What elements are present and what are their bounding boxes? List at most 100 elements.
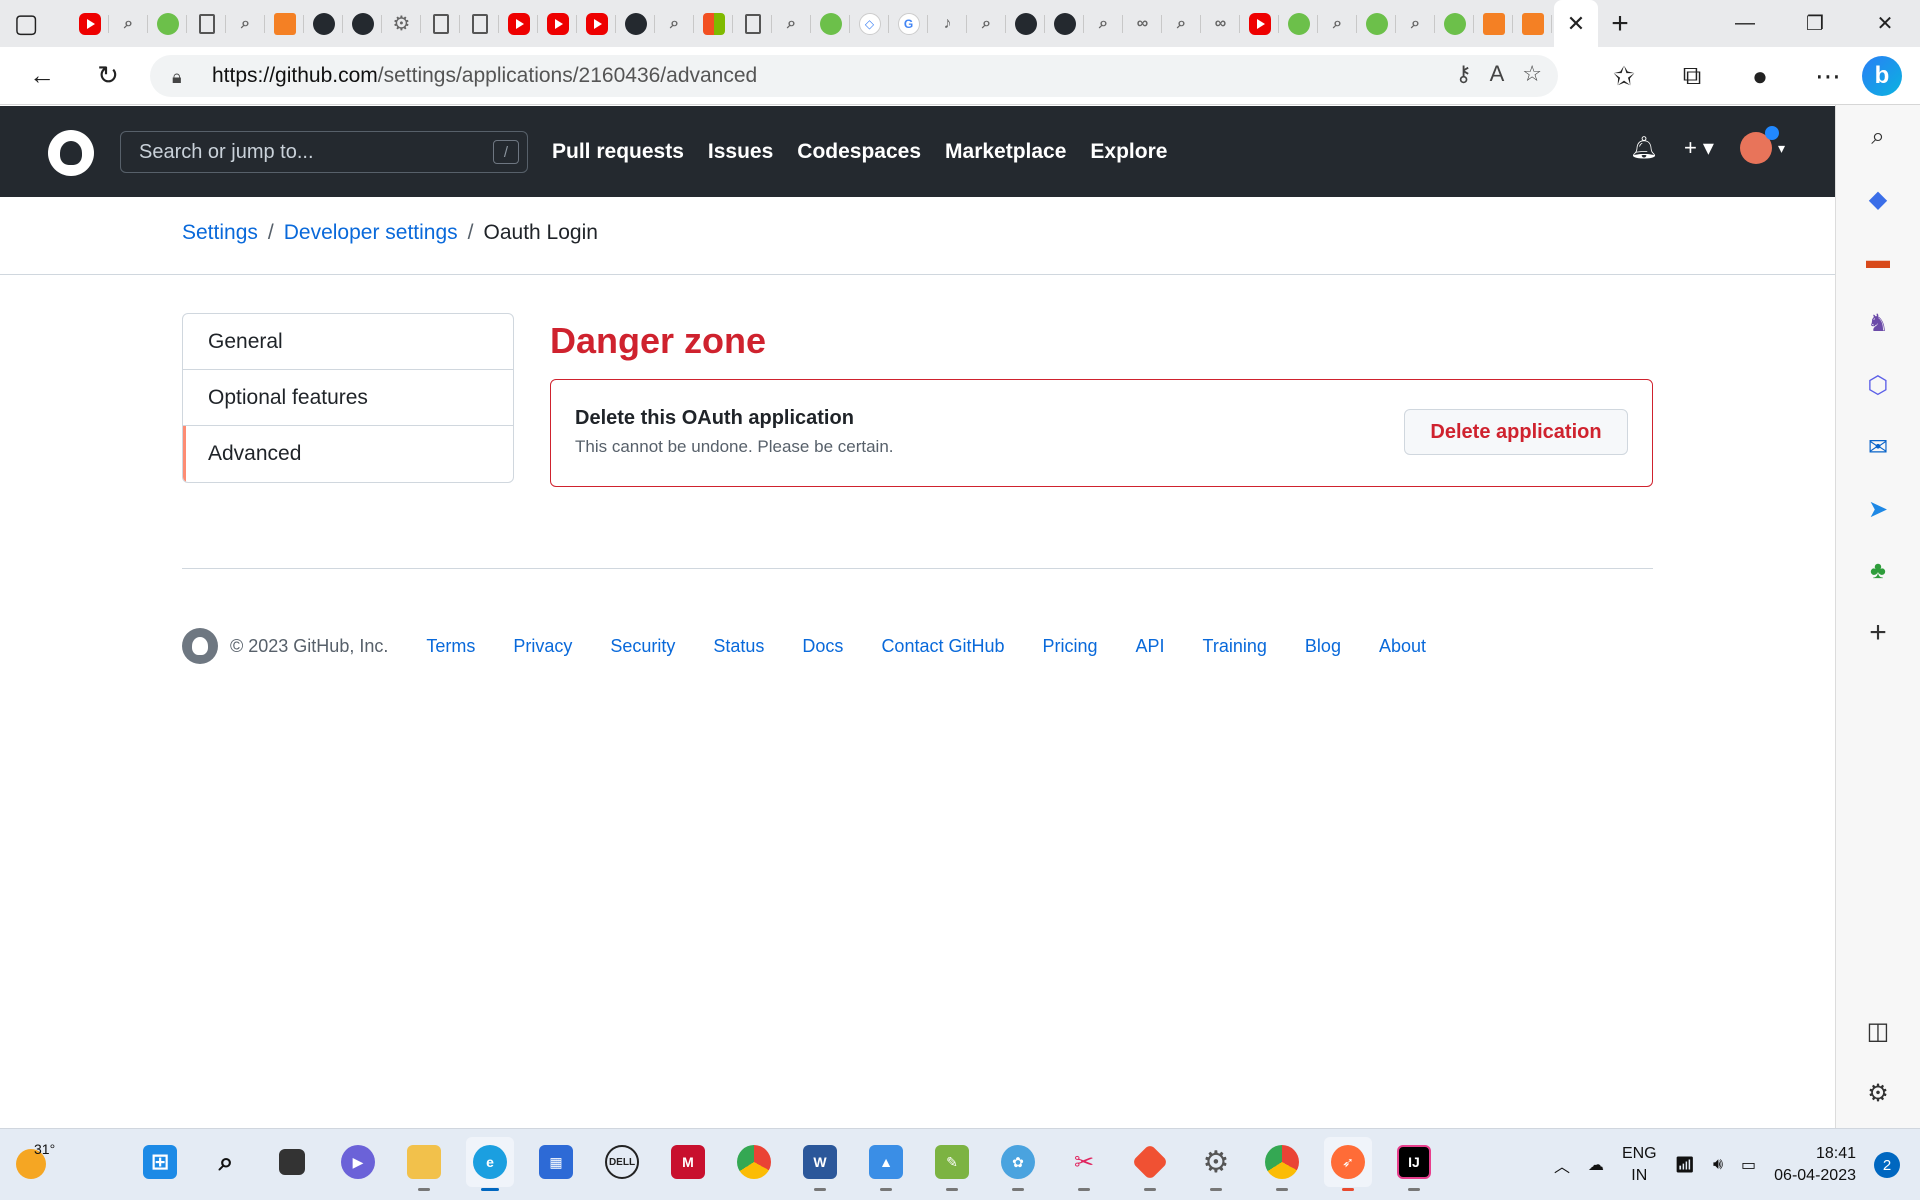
footer-link-docs[interactable]: Docs <box>802 636 843 657</box>
browser-tab[interactable] <box>343 0 382 47</box>
browser-tab[interactable] <box>577 0 616 47</box>
nav-codespaces[interactable]: Codespaces <box>797 140 921 164</box>
photos-icon[interactable]: ▲ <box>862 1137 910 1191</box>
browser-tab[interactable] <box>538 0 577 47</box>
browser-tab[interactable] <box>187 0 226 47</box>
paint-icon[interactable]: ✿ <box>994 1137 1042 1191</box>
volume-icon[interactable]: 🔊︎ <box>1713 1156 1723 1174</box>
snipping-tool-icon[interactable]: ✂ <box>1060 1137 1108 1191</box>
teams-chat-icon[interactable]: ▶ <box>334 1137 382 1187</box>
clock[interactable]: 18:41 06-04-2023 <box>1774 1143 1856 1187</box>
task-view-icon[interactable] <box>268 1137 316 1187</box>
breadcrumb-settings[interactable]: Settings <box>182 221 258 245</box>
browser-tab[interactable]: ∞ <box>1123 0 1162 47</box>
refresh-button[interactable]: ↻ <box>82 55 134 97</box>
browser-tab[interactable] <box>265 0 304 47</box>
battery-icon[interactable]: ▭ <box>1741 1155 1756 1175</box>
search-input[interactable]: Search or jump to... / <box>120 131 528 173</box>
browser-tab[interactable]: ⌕ <box>655 0 694 47</box>
close-window-button[interactable]: ✕ <box>1850 0 1920 47</box>
menu-item-general[interactable]: General <box>183 314 513 370</box>
browser-tab[interactable]: ⌕ <box>772 0 811 47</box>
weather-widget[interactable]: 31° <box>16 1141 56 1181</box>
split-screen-icon[interactable]: ◫ <box>1862 1015 1894 1047</box>
store-icon[interactable]: ▦ <box>532 1137 580 1187</box>
footer-link-status[interactable]: Status <box>713 636 764 657</box>
github-logo-icon[interactable] <box>48 130 94 176</box>
intellij-icon[interactable]: IJ <box>1390 1137 1438 1191</box>
file-explorer-icon[interactable] <box>400 1137 448 1191</box>
new-tab-button[interactable]: + <box>1598 0 1642 47</box>
shopping-tag-icon[interactable]: ◆ <box>1862 183 1894 215</box>
browser-tab[interactable]: ⚙ <box>382 0 421 47</box>
browser-tab[interactable] <box>1435 0 1474 47</box>
browser-tab[interactable]: ⌕ <box>1396 0 1435 47</box>
browser-tab[interactable] <box>1279 0 1318 47</box>
onedrive-icon[interactable]: ☁ <box>1588 1155 1604 1175</box>
footer-link-pricing[interactable]: Pricing <box>1043 636 1098 657</box>
send-icon[interactable]: ➤ <box>1862 493 1894 525</box>
search-icon[interactable]: ⌕ <box>1862 121 1894 153</box>
browser-tab[interactable]: ⌕ <box>1318 0 1357 47</box>
delete-application-button[interactable]: Delete application <box>1404 409 1628 455</box>
tab-actions-icon[interactable]: ▢ <box>0 3 52 45</box>
browser-tab[interactable] <box>499 0 538 47</box>
browser-tab[interactable]: ∞ <box>1201 0 1240 47</box>
bell-icon[interactable]: 🔔︎ <box>1630 135 1658 161</box>
browser-tab[interactable]: ⌕ <box>109 0 148 47</box>
browser-tab[interactable]: ◇ <box>850 0 889 47</box>
browser-tab[interactable] <box>1240 0 1279 47</box>
notepad-frog-icon[interactable]: ✎ <box>928 1137 976 1191</box>
breadcrumb-developer-settings[interactable]: Developer settings <box>284 221 458 245</box>
github-footer-logo-icon[interactable] <box>182 628 218 664</box>
tools-icon[interactable]: ▬ <box>1862 245 1894 277</box>
back-button[interactable]: ← <box>16 55 68 97</box>
active-tab-close-button[interactable]: ✕ <box>1554 0 1598 47</box>
read-aloud-icon[interactable]: A <box>1490 61 1505 87</box>
footer-link-training[interactable]: Training <box>1203 636 1267 657</box>
browser-tab[interactable] <box>1357 0 1396 47</box>
footer-link-contact[interactable]: Contact GitHub <box>881 636 1004 657</box>
browser-tab[interactable] <box>1045 0 1084 47</box>
browser-tab[interactable]: ⌕ <box>1162 0 1201 47</box>
browser-tab[interactable] <box>148 0 187 47</box>
profile-icon[interactable]: ● <box>1726 55 1794 97</box>
add-favorite-icon[interactable]: ☆ <box>1522 61 1542 87</box>
footer-link-terms[interactable]: Terms <box>426 636 475 657</box>
word-icon[interactable]: W <box>796 1137 844 1191</box>
edge-browser-icon[interactable]: e <box>466 1137 514 1191</box>
mcafee-icon[interactable]: M <box>664 1137 712 1187</box>
menu-item-advanced[interactable]: Advanced <box>183 426 513 482</box>
outlook-icon[interactable]: ✉ <box>1862 431 1894 463</box>
tree-icon[interactable]: ♣ <box>1862 555 1894 587</box>
create-new-icon[interactable]: + ▾ <box>1684 135 1714 161</box>
browser-tab[interactable] <box>694 0 733 47</box>
browser-tab[interactable] <box>1474 0 1513 47</box>
footer-link-about[interactable]: About <box>1379 636 1426 657</box>
browser-tab[interactable] <box>1006 0 1045 47</box>
browser-tab[interactable]: ⌕ <box>226 0 265 47</box>
chevron-up-icon[interactable]: ︿ <box>1554 1153 1570 1177</box>
browser-tab[interactable]: ⌕ <box>1084 0 1123 47</box>
nav-marketplace[interactable]: Marketplace <box>945 140 1066 164</box>
footer-link-security[interactable]: Security <box>610 636 675 657</box>
language-indicator[interactable]: ENG IN <box>1622 1143 1657 1187</box>
bing-copilot-icon[interactable]: b <box>1862 56 1902 96</box>
browser-tab[interactable]: ⌕ <box>967 0 1006 47</box>
restore-button[interactable]: ❐ <box>1780 0 1850 47</box>
add-icon[interactable]: + <box>1862 616 1894 649</box>
browser-tab[interactable]: G <box>889 0 928 47</box>
collections-icon[interactable]: ⧉ <box>1658 55 1726 97</box>
address-bar[interactable]: 🔒︎ https://github.com/settings/applicati… <box>150 55 1558 97</box>
gear-icon[interactable]: ⚙ <box>1862 1077 1894 1109</box>
minimize-button[interactable]: — <box>1710 0 1780 47</box>
password-key-icon[interactable]: ⚷ <box>1455 61 1471 87</box>
dell-icon[interactable]: DELL <box>598 1137 646 1187</box>
browser-tab[interactable] <box>616 0 655 47</box>
nav-issues[interactable]: Issues <box>708 140 773 164</box>
browser-tab[interactable]: ♪ <box>928 0 967 47</box>
settings-gear-icon[interactable]: ⚙ <box>1192 1137 1240 1191</box>
menu-item-optional-features[interactable]: Optional features <box>183 370 513 426</box>
browser-tab[interactable] <box>421 0 460 47</box>
footer-link-api[interactable]: API <box>1136 636 1165 657</box>
